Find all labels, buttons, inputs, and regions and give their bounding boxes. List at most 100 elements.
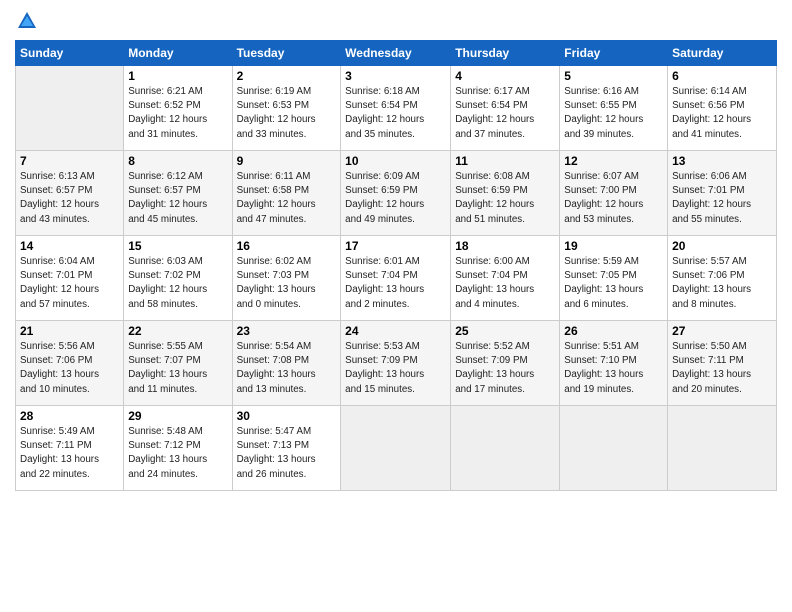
calendar-table: Sunday Monday Tuesday Wednesday Thursday…	[15, 40, 777, 491]
cell-w2-d2: 8 Sunrise: 6:12 AMSunset: 6:57 PMDaylight…	[124, 151, 232, 236]
cell-w1-d4: 3 Sunrise: 6:18 AMSunset: 6:54 PMDaylight…	[341, 66, 451, 151]
day-number: 11	[455, 154, 555, 168]
col-wednesday: Wednesday	[341, 41, 451, 66]
cell-w4-d4: 24 Sunrise: 5:53 AMSunset: 7:09 PMDayligh…	[341, 321, 451, 406]
day-info: Sunrise: 6:19 AMSunset: 6:53 PMDaylight:…	[237, 85, 337, 142]
cell-w5-d3: 30 Sunrise: 5:47 AMSunset: 7:13 PMDayligh…	[232, 406, 341, 491]
day-info: Sunrise: 5:51 AMSunset: 7:10 PMDaylight:…	[564, 340, 663, 397]
main-container: Sunday Monday Tuesday Wednesday Thursday…	[0, 0, 792, 501]
week-row-4: 21 Sunrise: 5:56 AMSunset: 7:06 PMDayligh…	[16, 321, 777, 406]
day-number: 6	[672, 69, 772, 83]
day-number: 20	[672, 239, 772, 253]
day-info: Sunrise: 6:13 AMSunset: 6:57 PMDaylight:…	[20, 170, 119, 227]
day-number: 12	[564, 154, 663, 168]
day-info: Sunrise: 6:12 AMSunset: 6:57 PMDaylight:…	[128, 170, 227, 227]
day-info: Sunrise: 5:59 AMSunset: 7:05 PMDaylight:…	[564, 255, 663, 312]
cell-w5-d7	[668, 406, 777, 491]
cell-w1-d3: 2 Sunrise: 6:19 AMSunset: 6:53 PMDaylight…	[232, 66, 341, 151]
week-row-5: 28 Sunrise: 5:49 AMSunset: 7:11 PMDayligh…	[16, 406, 777, 491]
col-friday: Friday	[560, 41, 668, 66]
cell-w3-d6: 19 Sunrise: 5:59 AMSunset: 7:05 PMDayligh…	[560, 236, 668, 321]
cell-w1-d7: 6 Sunrise: 6:14 AMSunset: 6:56 PMDaylight…	[668, 66, 777, 151]
col-saturday: Saturday	[668, 41, 777, 66]
day-info: Sunrise: 5:56 AMSunset: 7:06 PMDaylight:…	[20, 340, 119, 397]
cell-w5-d1: 28 Sunrise: 5:49 AMSunset: 7:11 PMDayligh…	[16, 406, 124, 491]
day-info: Sunrise: 6:17 AMSunset: 6:54 PMDaylight:…	[455, 85, 555, 142]
cell-w1-d6: 5Sunrise: 6:16 AMSunset: 6:55 PMDaylight…	[560, 66, 668, 151]
day-number: 25	[455, 324, 555, 338]
logo	[15, 10, 39, 32]
day-info: Sunrise: 5:53 AMSunset: 7:09 PMDaylight:…	[345, 340, 446, 397]
day-number: 10	[345, 154, 446, 168]
day-info: Sunrise: 5:50 AMSunset: 7:11 PMDaylight:…	[672, 340, 772, 397]
logo-text	[15, 10, 39, 32]
day-number: 14	[20, 239, 119, 253]
day-info: Sunrise: 5:52 AMSunset: 7:09 PMDaylight:…	[455, 340, 555, 397]
week-row-3: 14Sunrise: 6:04 AMSunset: 7:01 PMDayligh…	[16, 236, 777, 321]
day-number: 15	[128, 239, 227, 253]
cell-w4-d1: 21 Sunrise: 5:56 AMSunset: 7:06 PMDayligh…	[16, 321, 124, 406]
header	[15, 10, 777, 32]
day-number: 22	[128, 324, 227, 338]
day-info: Sunrise: 6:21 AMSunset: 6:52 PMDaylight:…	[128, 85, 227, 142]
cell-w4-d6: 26 Sunrise: 5:51 AMSunset: 7:10 PMDayligh…	[560, 321, 668, 406]
day-info: Sunrise: 6:06 AMSunset: 7:01 PMDaylight:…	[672, 170, 772, 227]
day-number: 2	[237, 69, 337, 83]
day-info: Sunrise: 5:49 AMSunset: 7:11 PMDaylight:…	[20, 425, 119, 482]
cell-w5-d2: 29Sunrise: 5:48 AMSunset: 7:12 PMDayligh…	[124, 406, 232, 491]
header-row: Sunday Monday Tuesday Wednesday Thursday…	[16, 41, 777, 66]
day-number: 19	[564, 239, 663, 253]
day-info: Sunrise: 5:47 AMSunset: 7:13 PMDaylight:…	[237, 425, 337, 482]
day-number: 24	[345, 324, 446, 338]
day-number: 16	[237, 239, 337, 253]
cell-w2-d1: 7Sunrise: 6:13 AMSunset: 6:57 PMDaylight…	[16, 151, 124, 236]
day-number: 8	[128, 154, 227, 168]
cell-w3-d4: 17 Sunrise: 6:01 AMSunset: 7:04 PMDayligh…	[341, 236, 451, 321]
cell-w2-d5: 11 Sunrise: 6:08 AMSunset: 6:59 PMDayligh…	[451, 151, 560, 236]
day-number: 4	[455, 69, 555, 83]
day-number: 1	[128, 69, 227, 83]
day-info: Sunrise: 6:00 AMSunset: 7:04 PMDaylight:…	[455, 255, 555, 312]
cell-w1-d5: 4 Sunrise: 6:17 AMSunset: 6:54 PMDaylight…	[451, 66, 560, 151]
day-info: Sunrise: 6:02 AMSunset: 7:03 PMDaylight:…	[237, 255, 337, 312]
cell-w5-d4	[341, 406, 451, 491]
cell-w1-d1	[16, 66, 124, 151]
cell-w1-d2: 1 Sunrise: 6:21 AMSunset: 6:52 PMDaylight…	[124, 66, 232, 151]
cell-w2-d4: 10Sunrise: 6:09 AMSunset: 6:59 PMDayligh…	[341, 151, 451, 236]
day-number: 28	[20, 409, 119, 423]
col-sunday: Sunday	[16, 41, 124, 66]
day-number: 23	[237, 324, 337, 338]
day-number: 5	[564, 69, 663, 83]
cell-w4-d3: 23 Sunrise: 5:54 AMSunset: 7:08 PMDayligh…	[232, 321, 341, 406]
day-info: Sunrise: 6:08 AMSunset: 6:59 PMDaylight:…	[455, 170, 555, 227]
cell-w4-d5: 25 Sunrise: 5:52 AMSunset: 7:09 PMDayligh…	[451, 321, 560, 406]
day-info: Sunrise: 6:01 AMSunset: 7:04 PMDaylight:…	[345, 255, 446, 312]
day-info: Sunrise: 5:54 AMSunset: 7:08 PMDaylight:…	[237, 340, 337, 397]
day-number: 30	[237, 409, 337, 423]
day-info: Sunrise: 5:57 AMSunset: 7:06 PMDaylight:…	[672, 255, 772, 312]
day-number: 21	[20, 324, 119, 338]
cell-w3-d2: 15Sunrise: 6:03 AMSunset: 7:02 PMDayligh…	[124, 236, 232, 321]
cell-w2-d6: 12 Sunrise: 6:07 AMSunset: 7:00 PMDayligh…	[560, 151, 668, 236]
day-info: Sunrise: 5:55 AMSunset: 7:07 PMDaylight:…	[128, 340, 227, 397]
cell-w5-d5	[451, 406, 560, 491]
day-info: Sunrise: 6:18 AMSunset: 6:54 PMDaylight:…	[345, 85, 446, 142]
col-thursday: Thursday	[451, 41, 560, 66]
cell-w3-d1: 14Sunrise: 6:04 AMSunset: 7:01 PMDayligh…	[16, 236, 124, 321]
col-tuesday: Tuesday	[232, 41, 341, 66]
day-number: 3	[345, 69, 446, 83]
day-info: Sunrise: 6:07 AMSunset: 7:00 PMDaylight:…	[564, 170, 663, 227]
calendar-body: 1 Sunrise: 6:21 AMSunset: 6:52 PMDaylight…	[16, 66, 777, 491]
cell-w2-d7: 13Sunrise: 6:06 AMSunset: 7:01 PMDayligh…	[668, 151, 777, 236]
day-info: Sunrise: 6:11 AMSunset: 6:58 PMDaylight:…	[237, 170, 337, 227]
day-number: 17	[345, 239, 446, 253]
day-number: 9	[237, 154, 337, 168]
day-number: 26	[564, 324, 663, 338]
cell-w4-d2: 22 Sunrise: 5:55 AMSunset: 7:07 PMDayligh…	[124, 321, 232, 406]
cell-w5-d6	[560, 406, 668, 491]
week-row-2: 7Sunrise: 6:13 AMSunset: 6:57 PMDaylight…	[16, 151, 777, 236]
week-row-1: 1 Sunrise: 6:21 AMSunset: 6:52 PMDaylight…	[16, 66, 777, 151]
day-info: Sunrise: 6:14 AMSunset: 6:56 PMDaylight:…	[672, 85, 772, 142]
day-info: Sunrise: 5:48 AMSunset: 7:12 PMDaylight:…	[128, 425, 227, 482]
cell-w2-d3: 9 Sunrise: 6:11 AMSunset: 6:58 PMDaylight…	[232, 151, 341, 236]
